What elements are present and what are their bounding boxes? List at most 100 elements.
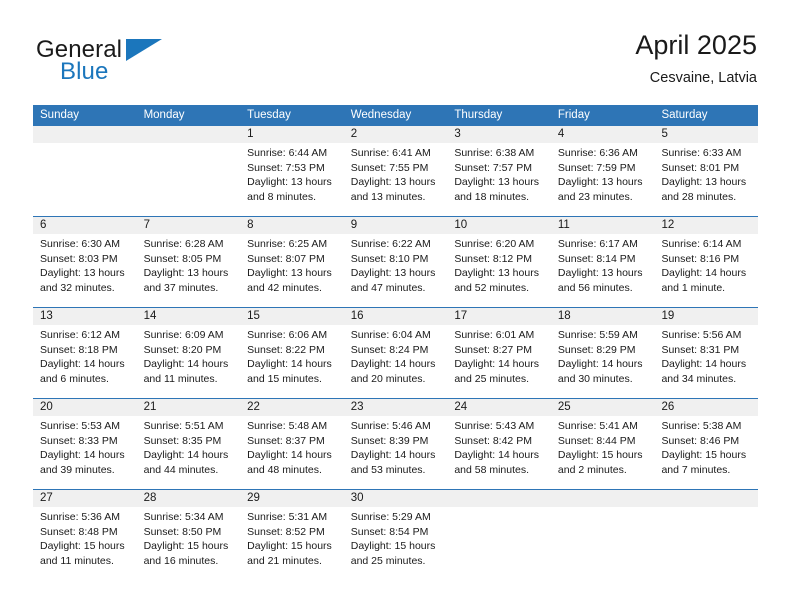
day-number[interactable]: 13: [33, 308, 137, 325]
daylight-text-line2: and 52 minutes.: [454, 281, 530, 294]
day-number[interactable]: 21: [137, 399, 241, 416]
day-cell[interactable]: Sunrise: 5:29 AM Sunset: 8:54 PM Dayligh…: [344, 507, 448, 580]
daylight-text-line2: and 16 minutes.: [143, 554, 219, 567]
daylight-text-line2: and 11 minutes.: [143, 372, 218, 385]
day-number[interactable]: 22: [240, 399, 344, 416]
day-cell[interactable]: Sunrise: 6:38 AM Sunset: 7:57 PM Dayligh…: [447, 143, 551, 216]
day-cell[interactable]: Sunrise: 6:30 AM Sunset: 8:03 PM Dayligh…: [33, 234, 137, 307]
sunset-text: Sunset: 8:27 PM: [454, 343, 532, 356]
day-cell[interactable]: [447, 507, 551, 580]
page-header: General Blue April 2025 Cesvaine, Latvia: [0, 0, 792, 96]
day-cell[interactable]: Sunrise: 5:56 AM Sunset: 8:31 PM Dayligh…: [654, 325, 758, 398]
day-number[interactable]: 23: [344, 399, 448, 416]
daylight-text-line2: and 53 minutes.: [350, 463, 426, 476]
day-number[interactable]: 27: [33, 490, 137, 507]
sunrise-text: Sunrise: 5:36 AM: [40, 511, 120, 523]
day-number[interactable]: 18: [551, 308, 655, 325]
day-cell[interactable]: Sunrise: 5:38 AM Sunset: 8:46 PM Dayligh…: [654, 416, 758, 489]
daylight-text-line2: and 42 minutes.: [247, 281, 322, 294]
daylight-text-line2: and 37 minutes.: [143, 281, 219, 294]
day-cell[interactable]: Sunrise: 6:28 AM Sunset: 8:05 PM Dayligh…: [137, 234, 241, 307]
day-number[interactable]: 20: [33, 399, 137, 416]
day-cell[interactable]: Sunrise: 6:12 AM Sunset: 8:18 PM Dayligh…: [33, 325, 137, 398]
day-number[interactable]: 16: [344, 308, 448, 325]
title-block: April 2025 Cesvaine, Latvia: [635, 28, 757, 88]
day-cell[interactable]: Sunrise: 5:59 AM Sunset: 8:29 PM Dayligh…: [551, 325, 655, 398]
brand-logo[interactable]: General Blue: [36, 36, 236, 88]
day-cell[interactable]: Sunrise: 5:36 AM Sunset: 8:48 PM Dayligh…: [33, 507, 137, 580]
day-cell[interactable]: Sunrise: 6:22 AM Sunset: 8:10 PM Dayligh…: [344, 234, 448, 307]
day-cell[interactable]: [551, 507, 655, 580]
daylight-text-line1: Daylight: 13 hours: [557, 267, 643, 280]
daylight-text-line2: and 1 minute.: [661, 281, 726, 294]
daylight-text-line1: Daylight: 14 hours: [661, 267, 747, 280]
sunset-text: Sunset: 8:16 PM: [661, 252, 740, 265]
day-cell[interactable]: Sunrise: 6:33 AM Sunset: 8:01 PM Dayligh…: [654, 143, 758, 216]
sunrise-text: Sunrise: 5:46 AM: [350, 420, 431, 432]
day-cell[interactable]: Sunrise: 5:48 AM Sunset: 8:37 PM Dayligh…: [240, 416, 344, 489]
day-number[interactable]: [654, 490, 758, 507]
day-cell[interactable]: Sunrise: 6:44 AM Sunset: 7:53 PM Dayligh…: [240, 143, 344, 216]
daylight-text-line2: and 13 minutes.: [350, 190, 426, 203]
day-number[interactable]: 7: [137, 217, 241, 234]
day-number[interactable]: 24: [447, 399, 551, 416]
day-number[interactable]: 1: [240, 126, 344, 143]
weekday-monday: Monday: [143, 109, 185, 121]
day-cell[interactable]: Sunrise: 5:41 AM Sunset: 8:44 PM Dayligh…: [551, 416, 655, 489]
sunrise-text: Sunrise: 5:59 AM: [557, 329, 638, 341]
day-number[interactable]: 12: [654, 217, 758, 234]
day-cell[interactable]: Sunrise: 6:17 AM Sunset: 8:14 PM Dayligh…: [551, 234, 655, 307]
day-cell[interactable]: Sunrise: 5:34 AM Sunset: 8:50 PM Dayligh…: [137, 507, 241, 580]
day-cell[interactable]: Sunrise: 6:04 AM Sunset: 8:24 PM Dayligh…: [344, 325, 448, 398]
day-cell[interactable]: Sunrise: 5:53 AM Sunset: 8:33 PM Dayligh…: [33, 416, 137, 489]
day-cell[interactable]: Sunrise: 5:51 AM Sunset: 8:35 PM Dayligh…: [137, 416, 241, 489]
day-cell[interactable]: Sunrise: 6:41 AM Sunset: 7:55 PM Dayligh…: [344, 143, 448, 216]
day-number[interactable]: [137, 126, 241, 143]
day-cell[interactable]: Sunrise: 6:20 AM Sunset: 8:12 PM Dayligh…: [447, 234, 551, 307]
day-cell[interactable]: Sunrise: 5:46 AM Sunset: 8:39 PM Dayligh…: [344, 416, 448, 489]
sunset-text: Sunset: 8:12 PM: [454, 252, 532, 265]
day-number[interactable]: [551, 490, 655, 507]
sunrise-text: Sunrise: 6:06 AM: [247, 329, 328, 341]
day-number[interactable]: 19: [654, 308, 758, 325]
day-number[interactable]: 3: [447, 126, 551, 143]
day-number[interactable]: [33, 126, 137, 143]
day-cell[interactable]: Sunrise: 6:06 AM Sunset: 8:22 PM Dayligh…: [240, 325, 344, 398]
sunset-text: Sunset: 8:42 PM: [454, 434, 532, 447]
day-number[interactable]: [447, 490, 551, 507]
day-number[interactable]: 2: [344, 126, 448, 143]
day-cell[interactable]: [654, 507, 758, 580]
sunset-text: Sunset: 8:54 PM: [350, 525, 429, 538]
daylight-text-line1: Daylight: 14 hours: [40, 449, 125, 462]
calendar-week: 1 2 3 4 5 Sunrise: 6:44 AM Sunset: 7:53 …: [33, 125, 758, 216]
day-cell[interactable]: Sunrise: 6:36 AM Sunset: 7:59 PM Dayligh…: [551, 143, 655, 216]
sunrise-text: Sunrise: 5:31 AM: [247, 511, 328, 523]
day-cell[interactable]: Sunrise: 6:01 AM Sunset: 8:27 PM Dayligh…: [447, 325, 551, 398]
week-detail-row: Sunrise: 5:53 AM Sunset: 8:33 PM Dayligh…: [33, 416, 758, 489]
daylight-text-line2: and 7 minutes.: [661, 463, 731, 476]
day-cell[interactable]: Sunrise: 6:14 AM Sunset: 8:16 PM Dayligh…: [654, 234, 758, 307]
day-number[interactable]: 28: [137, 490, 241, 507]
day-number[interactable]: 15: [240, 308, 344, 325]
day-number[interactable]: 29: [240, 490, 344, 507]
day-number[interactable]: 8: [240, 217, 344, 234]
day-number[interactable]: 6: [33, 217, 137, 234]
daylight-text-line1: Daylight: 13 hours: [661, 176, 747, 189]
sunrise-text: Sunrise: 6:12 AM: [40, 329, 120, 341]
day-cell[interactable]: Sunrise: 6:25 AM Sunset: 8:07 PM Dayligh…: [240, 234, 344, 307]
day-number[interactable]: 9: [344, 217, 448, 234]
day-number[interactable]: 14: [137, 308, 241, 325]
day-number[interactable]: 4: [551, 126, 655, 143]
day-cell[interactable]: [137, 143, 241, 216]
day-number[interactable]: 17: [447, 308, 551, 325]
day-number[interactable]: 10: [447, 217, 551, 234]
day-number[interactable]: 30: [344, 490, 448, 507]
day-number[interactable]: 11: [551, 217, 655, 234]
day-number[interactable]: 5: [654, 126, 758, 143]
day-cell[interactable]: [33, 143, 137, 216]
day-number[interactable]: 25: [551, 399, 655, 416]
day-cell[interactable]: Sunrise: 5:31 AM Sunset: 8:52 PM Dayligh…: [240, 507, 344, 580]
day-number[interactable]: 26: [654, 399, 758, 416]
day-cell[interactable]: Sunrise: 5:43 AM Sunset: 8:42 PM Dayligh…: [447, 416, 551, 489]
day-cell[interactable]: Sunrise: 6:09 AM Sunset: 8:20 PM Dayligh…: [137, 325, 241, 398]
